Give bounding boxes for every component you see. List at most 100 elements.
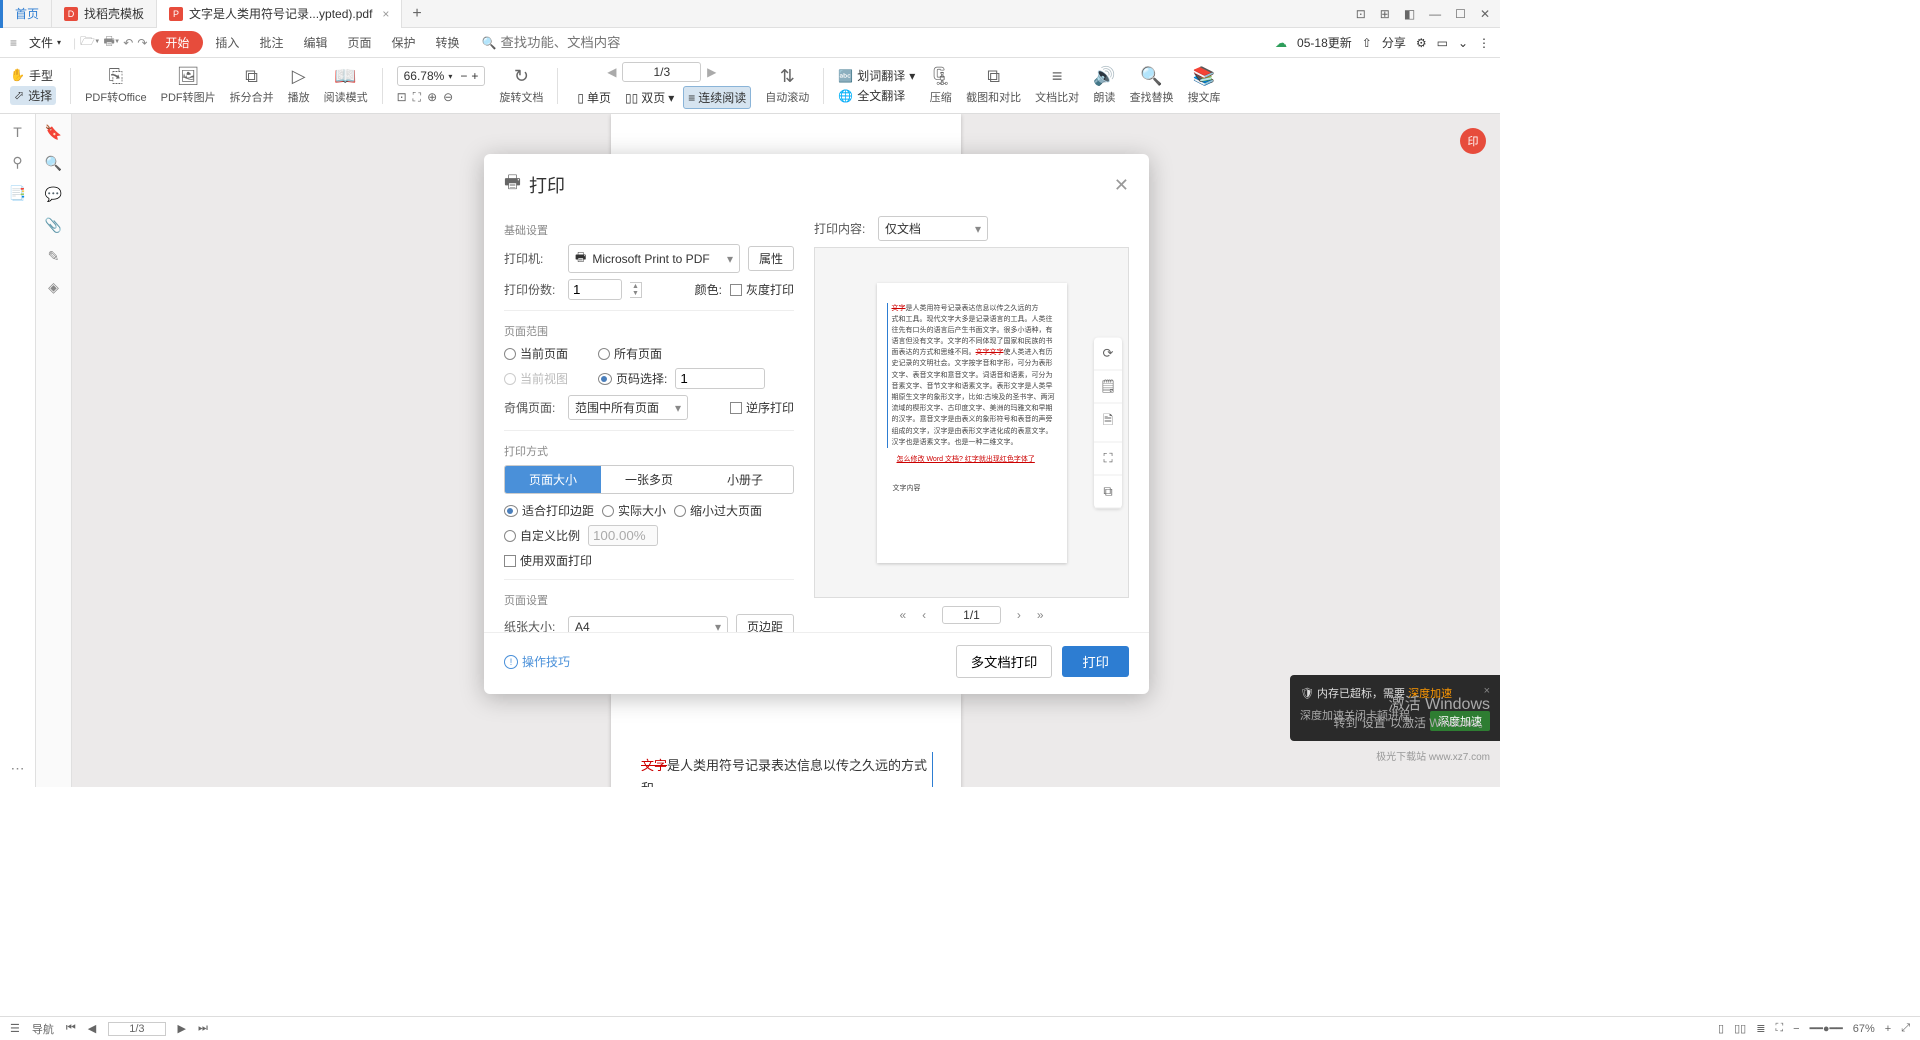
zoom-out-icon[interactable]: ⊖: [443, 90, 453, 105]
view-double-icon[interactable]: ▯▯: [1734, 1022, 1746, 1035]
compress[interactable]: 🗜压缩: [929, 66, 952, 105]
pager-last[interactable]: »: [1037, 608, 1044, 622]
layers-icon[interactable]: ◈: [48, 279, 59, 296]
book-icon[interactable]: 📑: [9, 185, 26, 202]
nav-label[interactable]: 导航: [32, 1021, 54, 1037]
margin-button[interactable]: 页边距: [736, 614, 794, 632]
outline-icon[interactable]: ☰: [10, 1022, 20, 1035]
crop-icon[interactable]: ⛶: [413, 90, 421, 105]
double-page[interactable]: ▯▯双页▾: [620, 86, 679, 109]
tab-convert[interactable]: 转换: [428, 31, 468, 54]
paper-select[interactable]: A4▾: [568, 616, 728, 633]
layout-icon[interactable]: ⊡: [1356, 7, 1366, 21]
open-icon[interactable]: 🗁▾: [80, 32, 99, 53]
attachment-icon[interactable]: 📎: [45, 217, 62, 234]
pager-first[interactable]: «: [899, 608, 906, 622]
doc-compare[interactable]: ≡文档比对: [1035, 66, 1079, 105]
view-single-icon[interactable]: ▯: [1718, 1022, 1724, 1035]
maximize-icon[interactable]: ☐: [1455, 7, 1466, 21]
print-content-select[interactable]: 仅文档▾: [878, 216, 988, 241]
page-select-input[interactable]: [675, 368, 765, 389]
read-aloud[interactable]: 🔊朗读: [1093, 66, 1115, 105]
rotate-doc[interactable]: ↻旋转文档: [499, 66, 543, 105]
float-badge[interactable]: 印: [1460, 128, 1486, 154]
view-continuous-icon[interactable]: ≣: [1756, 1022, 1765, 1035]
seg-page-size[interactable]: 页面大小: [505, 466, 601, 493]
radio-actual[interactable]: 实际大小: [602, 502, 666, 519]
file-menu[interactable]: 文件▾: [21, 31, 69, 54]
play-button[interactable]: ▷播放: [288, 66, 310, 105]
zoom-combo[interactable]: 66.78%▾−+: [397, 66, 486, 86]
autoscroll[interactable]: ⇅自动滚动: [765, 66, 809, 105]
zoom-in-status[interactable]: +: [1885, 1023, 1891, 1035]
preview-annotate-icon[interactable]: 🗒: [1094, 370, 1122, 403]
last-page-icon[interactable]: ▶: [707, 65, 716, 79]
multi-doc-print-button[interactable]: 多文档打印: [956, 645, 1053, 678]
print-icon[interactable]: 🖶▾: [104, 32, 120, 53]
radio-shrink[interactable]: 缩小过大页面: [674, 502, 762, 519]
prev-icon[interactable]: ◀: [88, 1022, 96, 1035]
cloud-icon[interactable]: ☁: [1275, 36, 1287, 50]
tab-protect[interactable]: 保护: [383, 31, 423, 54]
radio-custom-scale[interactable]: 自定义比例: [504, 527, 580, 544]
radio-page-select[interactable]: 页码选择:: [598, 370, 667, 387]
grayscale-check[interactable]: 灰度打印: [730, 281, 794, 298]
fit-width-icon[interactable]: ⊡: [397, 90, 407, 105]
pager-value[interactable]: 1/1: [942, 606, 1001, 624]
tab-page[interactable]: 页面: [339, 31, 379, 54]
redo-icon[interactable]: ↷: [137, 36, 147, 50]
text-tool-icon[interactable]: T: [13, 124, 22, 140]
avatar-icon[interactable]: ◧: [1404, 7, 1415, 21]
page-number[interactable]: 1/3: [622, 62, 701, 82]
expand-icon[interactable]: ⤢: [1901, 1022, 1910, 1035]
single-page[interactable]: ▯单页: [572, 86, 616, 109]
seg-multi-per-sheet[interactable]: 一张多页: [601, 466, 697, 493]
search-input[interactable]: [500, 35, 640, 50]
radio-fit[interactable]: 适合打印边距: [504, 502, 594, 519]
close-window-icon[interactable]: ✕: [1480, 7, 1490, 21]
tab-start[interactable]: 开始: [151, 31, 203, 54]
word-translate[interactable]: 🔤划词翻译▾: [838, 67, 915, 84]
split-merge[interactable]: ⧉拆分合并: [230, 66, 274, 105]
minimize-icon[interactable]: —: [1429, 7, 1441, 21]
document-area[interactable]: 文字是人类用符号记录表达信息以传之久远的方式和工具。现代文字大多是记录语言的工具…: [72, 114, 1500, 787]
preview-crop-icon[interactable]: ⛶: [1094, 442, 1122, 475]
find-replace[interactable]: 🔍查找替换: [1130, 66, 1174, 105]
status-page[interactable]: 1/3: [108, 1022, 165, 1036]
hamburger-icon[interactable]: ≡: [10, 36, 17, 50]
preview-refresh-icon[interactable]: ⟳: [1094, 337, 1122, 370]
search-icon[interactable]: 🔍: [482, 36, 497, 50]
mode-segment[interactable]: 页面大小 一张多页 小册子: [504, 465, 794, 494]
zoom-in-icon[interactable]: ⊕: [427, 90, 437, 105]
signature-icon[interactable]: ✎: [48, 248, 60, 265]
reverse-check[interactable]: 逆序打印: [730, 399, 794, 416]
printer-select[interactable]: 🖶Microsoft Print to PDF▾: [568, 244, 740, 273]
pdf-to-office[interactable]: ⎘PDF转Office: [85, 66, 147, 105]
seg-booklet[interactable]: 小册子: [697, 466, 793, 493]
undo-icon[interactable]: ↶: [123, 36, 133, 50]
radio-all-pages[interactable]: 所有页面: [598, 345, 662, 362]
print-button[interactable]: 打印: [1062, 646, 1129, 677]
adjust-icon[interactable]: ⚲: [12, 154, 22, 171]
zoom-out-status[interactable]: −: [1793, 1023, 1799, 1035]
full-translate[interactable]: 🌐全文翻译: [838, 87, 915, 104]
hand-tool[interactable]: ✋手型: [10, 67, 56, 84]
radio-current-page[interactable]: 当前页面: [504, 345, 568, 362]
continuous-read[interactable]: ≡连续阅读: [683, 86, 751, 109]
tray-icon[interactable]: ⌄: [1458, 36, 1468, 50]
tab-edit[interactable]: 编辑: [295, 31, 335, 54]
first-page-icon[interactable]: ◀: [607, 65, 616, 79]
duplex-check[interactable]: 使用双面打印: [504, 552, 592, 569]
search-library[interactable]: 📚搜文库: [1188, 66, 1221, 105]
grid-icon[interactable]: ⊞: [1380, 7, 1390, 21]
preview-scan-icon[interactable]: ⧉: [1094, 475, 1122, 508]
fit-icon[interactable]: ⛶: [1775, 1022, 1783, 1035]
comment-icon[interactable]: 💬: [45, 186, 62, 203]
copies-input[interactable]: [568, 279, 622, 300]
oddeven-select[interactable]: 范围中所有页面▾: [568, 395, 688, 420]
tab-template[interactable]: D找稻壳模板: [52, 0, 157, 28]
first-icon[interactable]: ⏮: [66, 1022, 76, 1035]
share-icon[interactable]: ⇧: [1362, 36, 1372, 50]
new-tab-button[interactable]: +: [402, 5, 431, 23]
dialog-close-button[interactable]: ✕: [1114, 175, 1129, 196]
